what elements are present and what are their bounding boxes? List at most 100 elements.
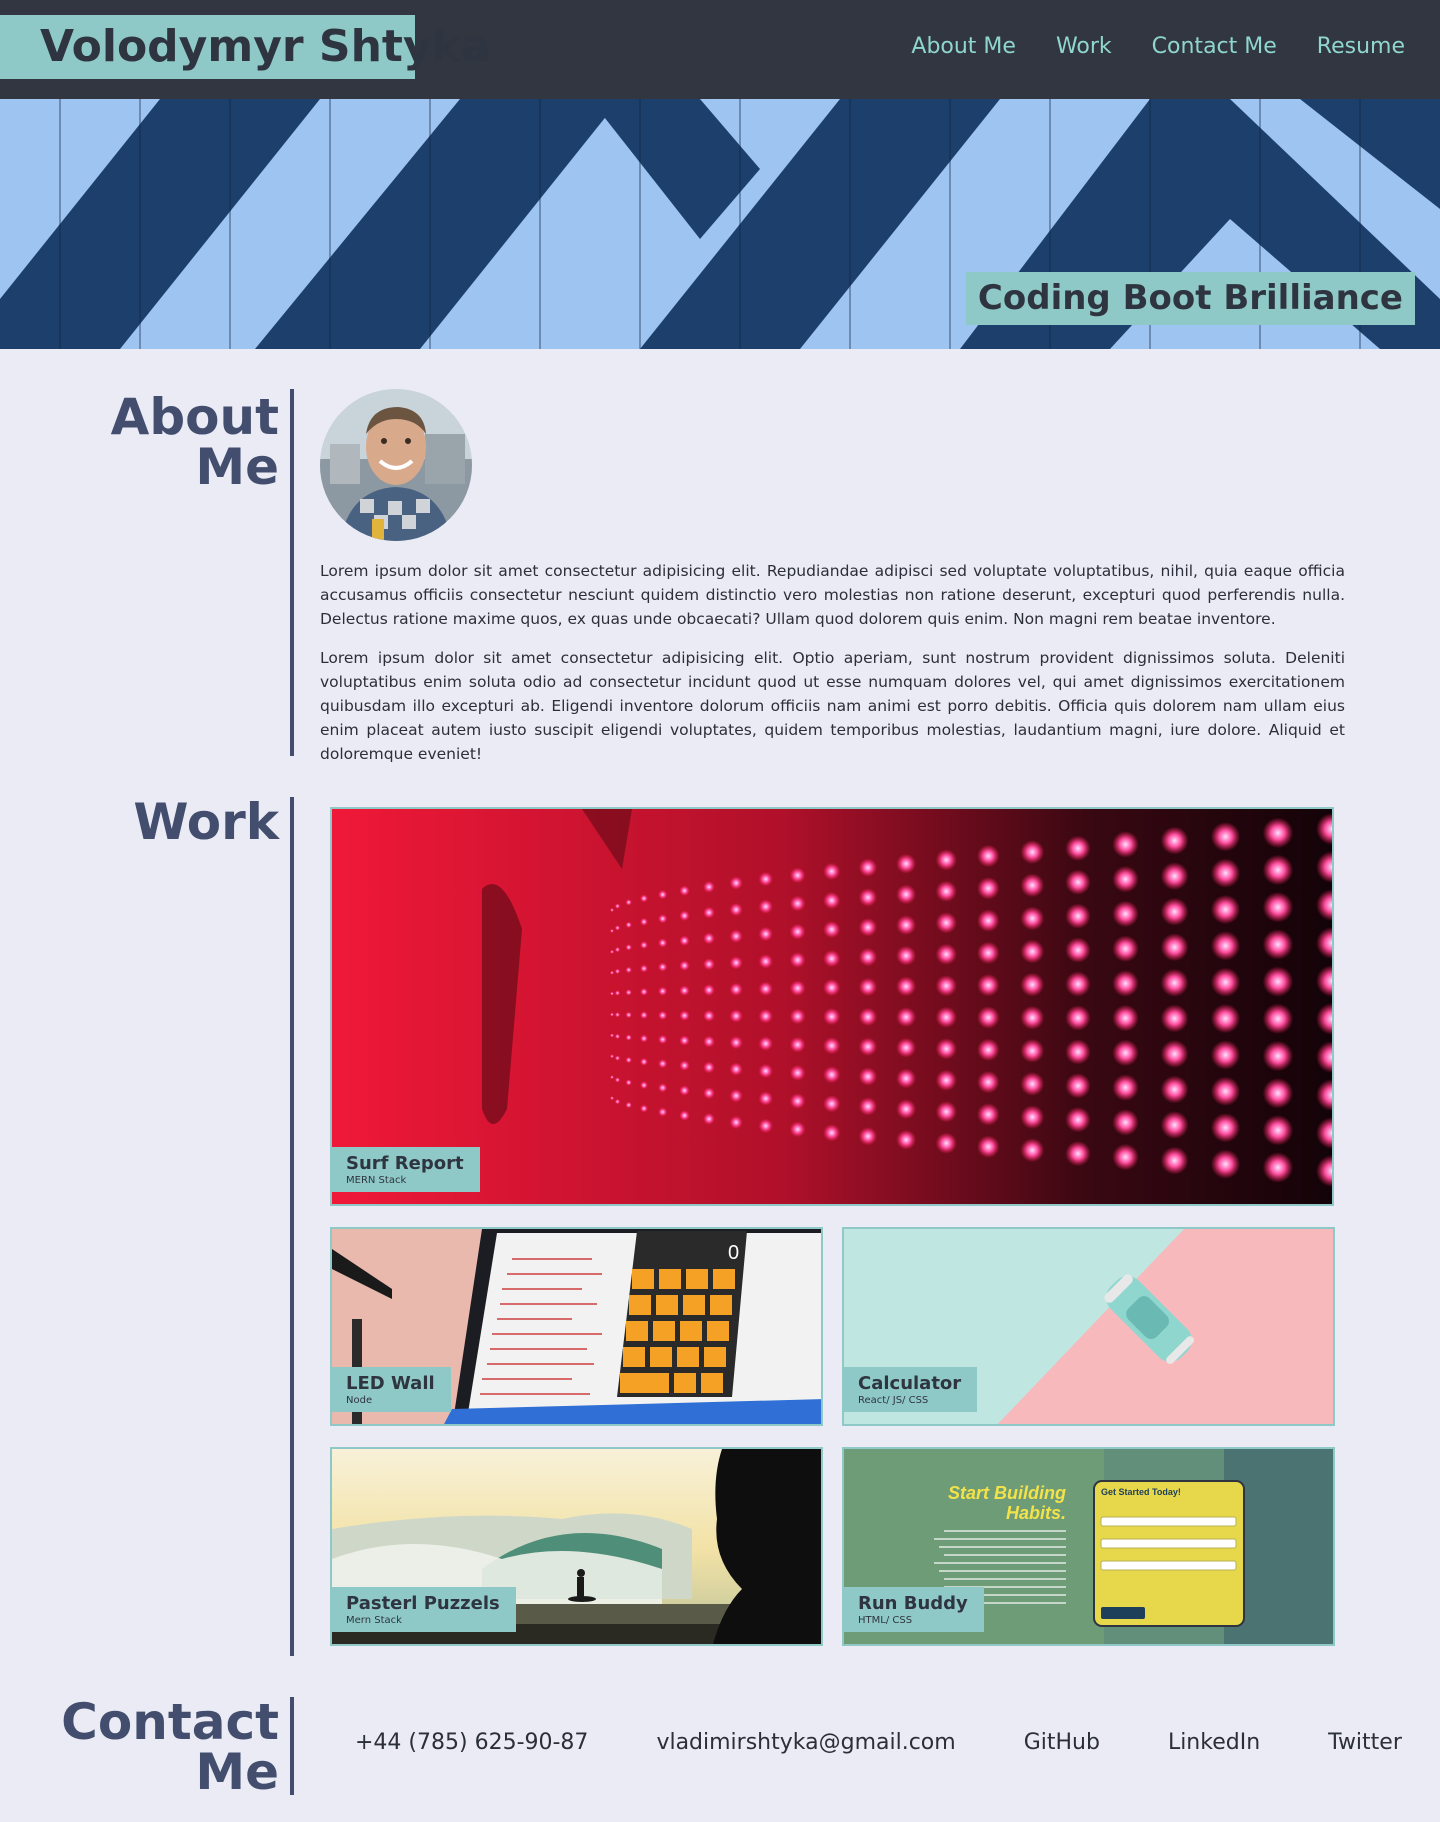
led-dot — [823, 978, 841, 997]
led-dot — [1210, 1149, 1241, 1179]
project-card-run-buddy[interactable]: Start Building Habits. Get Started Today… — [842, 1447, 1335, 1646]
nav-work[interactable]: Work — [1056, 28, 1112, 66]
led-dot — [1210, 967, 1241, 997]
led-dot — [1262, 1152, 1294, 1183]
led-dot — [658, 1059, 668, 1069]
led-dot — [896, 1037, 917, 1058]
led-dot — [1112, 935, 1139, 962]
nav-about-me[interactable]: About Me — [911, 28, 1016, 66]
led-dot — [1065, 1140, 1091, 1167]
led-dot — [625, 966, 632, 974]
contact-linkedin-link[interactable]: LinkedIn — [1168, 1730, 1260, 1755]
contact-twitter-link[interactable]: Twitter — [1328, 1730, 1402, 1755]
led-dot — [729, 929, 743, 943]
led-dot — [703, 1035, 715, 1048]
led-dot — [823, 920, 841, 939]
led-dot — [789, 1036, 806, 1053]
led-dot — [610, 908, 614, 912]
led-dot — [1262, 891, 1294, 923]
led-dot — [758, 899, 773, 914]
led-dot — [1112, 1004, 1139, 1032]
contact-phone-link[interactable]: +44 (785) 625-90-87 — [355, 1730, 588, 1755]
led-dot — [935, 1101, 957, 1123]
led-dot — [1160, 862, 1189, 891]
led-dot — [858, 1037, 878, 1056]
led-dot — [1160, 1004, 1189, 1033]
led-dot — [625, 989, 632, 996]
led-dot — [858, 947, 878, 967]
led-dot — [614, 990, 621, 996]
led-dot — [625, 921, 632, 929]
led-dot — [610, 1054, 614, 1059]
led-dot — [729, 956, 743, 970]
led-dot — [977, 941, 1000, 965]
led-dot — [935, 943, 957, 965]
led-dot — [935, 1132, 957, 1154]
led-dot — [896, 884, 917, 905]
project-stack: HTML/ CSS — [858, 1615, 913, 1626]
led-dot — [614, 925, 621, 931]
nav-contact-me[interactable]: Contact Me — [1152, 28, 1277, 66]
led-dot — [1210, 1076, 1241, 1106]
led-dot — [679, 1010, 690, 1021]
led-dot — [1020, 873, 1045, 898]
led-dot — [1112, 1074, 1139, 1101]
led-dot — [896, 1007, 917, 1028]
led-dot — [614, 1033, 621, 1040]
led-dot — [658, 962, 668, 972]
led-dot — [935, 849, 957, 871]
led-dot — [858, 1007, 878, 1027]
project-card-pasterl-puzzels[interactable]: Pasterl Puzzels Mern Stack — [330, 1447, 823, 1646]
led-dot — [758, 1036, 773, 1051]
led-dot — [1210, 858, 1241, 888]
led-dot — [823, 891, 841, 910]
led-dot — [758, 1091, 773, 1106]
led-dot — [703, 958, 715, 971]
led-dot — [679, 985, 690, 996]
work-divider — [290, 797, 294, 1656]
led-dot — [679, 960, 690, 971]
led-dot — [1112, 1143, 1139, 1171]
led-dot — [858, 1067, 878, 1086]
led-dot — [758, 871, 773, 887]
led-dot — [1112, 865, 1139, 893]
led-dot — [858, 1127, 878, 1146]
led-dot — [640, 917, 648, 926]
led-dot — [614, 1012, 621, 1018]
project-card-surf-report[interactable]: Surf Report MERN Stack — [330, 807, 1334, 1206]
led-dot — [640, 1011, 648, 1020]
led-dot — [610, 1096, 614, 1101]
led-dot — [858, 1097, 878, 1116]
led-dot — [729, 982, 743, 997]
led-dot — [658, 1107, 668, 1117]
led-dot — [614, 968, 621, 974]
led-dot — [640, 941, 648, 950]
runbuddy-form-title: Get Started Today! — [1101, 1487, 1181, 1497]
led-grid-image — [332, 809, 1332, 1204]
led-dot — [610, 949, 614, 954]
led-dot — [823, 1007, 841, 1026]
led-dot — [789, 1064, 806, 1081]
led-dot — [935, 975, 957, 997]
led-dot — [729, 1115, 743, 1130]
project-label: Pasterl Puzzels Mern Stack — [332, 1587, 516, 1632]
led-dot — [703, 880, 715, 893]
project-name: Surf Report — [346, 1153, 464, 1174]
led-dot — [658, 1010, 668, 1021]
led-dot — [658, 914, 668, 924]
project-name: LED Wall — [346, 1373, 435, 1394]
led-dot — [858, 918, 878, 937]
project-card-led-wall[interactable]: 0 LED Wall Node — [330, 1227, 823, 1426]
led-dot — [896, 1129, 917, 1150]
led-dot — [640, 987, 648, 996]
led-dot — [1020, 939, 1045, 964]
project-label: LED Wall Node — [332, 1367, 451, 1412]
led-dot — [1210, 822, 1241, 852]
led-dot — [935, 880, 957, 902]
site-brand[interactable]: Volodymyr Shtyka — [0, 15, 491, 79]
contact-email-link[interactable]: vladimirshtyka@gmail.com — [656, 1730, 955, 1755]
contact-github-link[interactable]: GitHub — [1024, 1730, 1100, 1755]
project-card-calculator[interactable]: Calculator React/ JS/ CSS — [842, 1227, 1335, 1426]
nav-resume[interactable]: Resume — [1317, 28, 1405, 66]
led-dot — [977, 877, 1000, 900]
